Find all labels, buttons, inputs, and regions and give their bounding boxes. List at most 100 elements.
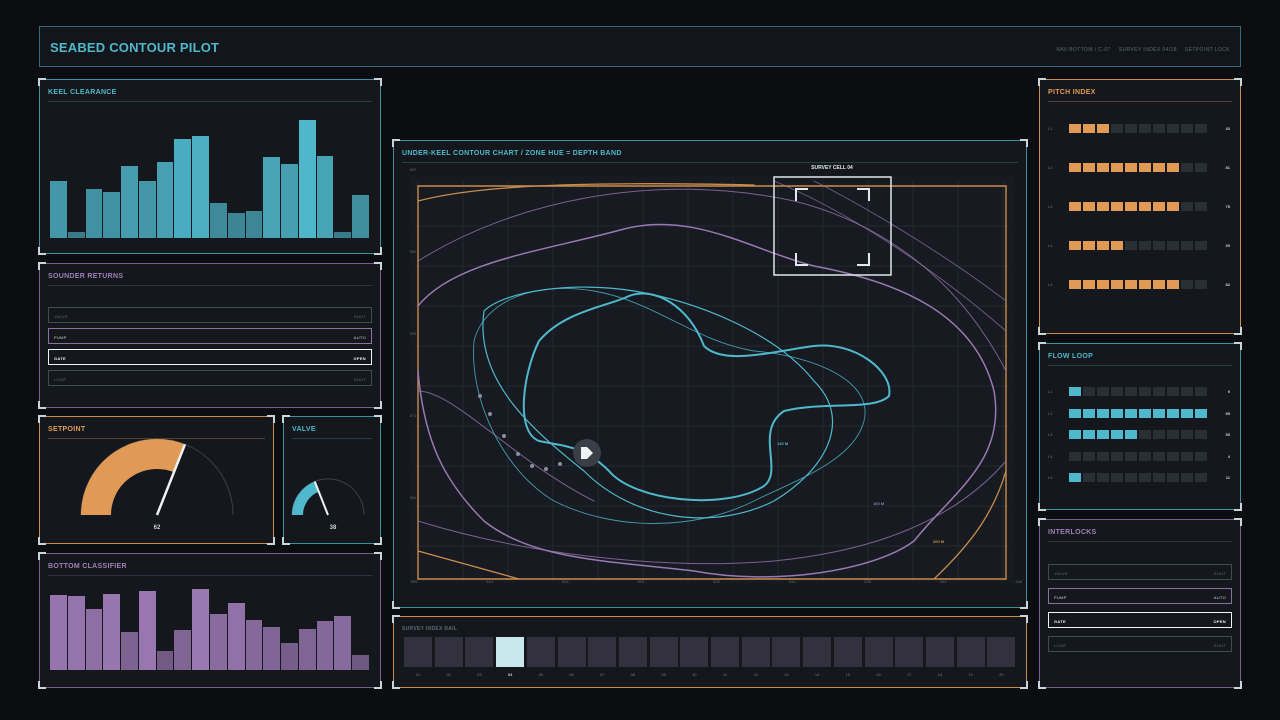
rail-cell-label: 14 xyxy=(814,672,820,677)
valve-gauge-needle xyxy=(313,481,329,516)
rail-cell-12[interactable] xyxy=(741,637,770,667)
depth-label-200: 200 M xyxy=(933,539,945,544)
level-segment xyxy=(1181,408,1193,418)
rail-cell-label: 12 xyxy=(753,672,758,677)
rail-cell-05[interactable] xyxy=(526,637,555,667)
level-segment xyxy=(1083,408,1095,418)
level-segment xyxy=(1139,451,1151,461)
level-segment xyxy=(1195,241,1207,250)
flow-row-l1: L1 9 xyxy=(1046,387,1234,397)
rail-cell-02[interactable] xyxy=(434,637,463,667)
sounder-row-gate[interactable]: GATE OPEN xyxy=(48,349,372,365)
level-segment xyxy=(1111,387,1123,396)
rail-cell-17[interactable] xyxy=(895,637,924,667)
level-segment xyxy=(1069,280,1081,289)
y-tick-label: 871 xyxy=(410,413,417,418)
status-label: GATE xyxy=(54,356,67,361)
rail-cell-13[interactable] xyxy=(772,637,801,667)
rail-cell-15[interactable] xyxy=(833,637,862,667)
chart-bar xyxy=(334,616,352,670)
level-segment xyxy=(1097,124,1109,133)
level-segment xyxy=(1069,202,1081,211)
status-label: PUMP xyxy=(54,335,67,340)
x-tick-label: 528 xyxy=(713,579,720,584)
sounder-row-valve[interactable]: VALVE SHUT xyxy=(48,307,372,323)
rail-cell-label: 08 xyxy=(630,672,636,677)
level-segment xyxy=(1069,124,1081,133)
status-label: VALVE xyxy=(1054,571,1068,576)
valve-gauge-fill xyxy=(292,481,320,516)
panel-title: PITCH INDEX xyxy=(1048,89,1096,96)
chart-bar xyxy=(174,138,192,238)
depth-label-160: 160 M xyxy=(873,501,885,506)
panel-title: KEEL CLEARANCE xyxy=(48,89,117,96)
rail-cell-03[interactable] xyxy=(465,637,494,667)
chart-bar xyxy=(67,231,85,238)
interlock-row-gate[interactable]: GATE OPEN xyxy=(1048,612,1232,628)
row-value: 9 xyxy=(1227,389,1230,394)
rail-cell-label: 02 xyxy=(446,672,451,677)
level-segment xyxy=(1167,163,1179,172)
status-value: AUTO xyxy=(1213,595,1226,600)
rail-cell-19[interactable] xyxy=(956,637,985,667)
panel-title: SOUNDER RETURNS xyxy=(48,273,124,280)
level-segment xyxy=(1069,408,1081,418)
level-segment xyxy=(1139,408,1151,418)
rail-cell-20[interactable] xyxy=(987,637,1016,667)
level-segment xyxy=(1125,280,1137,289)
level-segment xyxy=(1195,473,1207,482)
status-label: LOOP xyxy=(1054,643,1067,648)
sounder-row-pump[interactable]: PUMP AUTO xyxy=(48,328,372,344)
rail-cell-10[interactable] xyxy=(680,637,709,667)
x-tick-label: 524 xyxy=(637,579,644,584)
level-segment xyxy=(1069,241,1081,250)
valve-panel: VALVE 38 xyxy=(282,415,382,545)
rail-cell-label: 13 xyxy=(784,672,789,677)
level-segment xyxy=(1139,280,1151,289)
rail-cell-08[interactable] xyxy=(618,637,647,667)
rail-cell-06[interactable] xyxy=(557,637,586,667)
contour-map[interactable]: SURVEY CELL 04 120 M 160 M 200 M 509 514 5… xyxy=(394,141,1028,609)
y-tick-label: 901 xyxy=(410,495,417,500)
interlock-row-pump[interactable]: PUMP AUTO xyxy=(1048,588,1232,604)
rail-cell-16[interactable] xyxy=(864,637,893,667)
status-value: OPEN xyxy=(1213,619,1226,624)
level-segment xyxy=(1181,280,1193,289)
level-segment xyxy=(1181,124,1193,133)
row-label: L5 xyxy=(1048,475,1053,480)
rail-cell-09[interactable] xyxy=(649,637,678,667)
rail-cell-14[interactable] xyxy=(803,637,832,667)
rail-cell-label: 05 xyxy=(538,672,544,677)
row-value: 81 xyxy=(1225,165,1230,170)
level-segment xyxy=(1125,124,1137,133)
status-value: SHUT xyxy=(353,314,366,319)
level-segment xyxy=(1083,202,1095,211)
chart-bar xyxy=(245,210,263,238)
level-segment xyxy=(1195,430,1207,439)
level-segment xyxy=(1125,163,1137,172)
rail-cell-01[interactable] xyxy=(404,637,432,667)
rail-cell-label: 17 xyxy=(906,672,912,677)
rail-cell-18[interactable] xyxy=(925,637,954,667)
interlock-row-valve[interactable]: VALVE SHUT xyxy=(1048,564,1232,580)
level-segment xyxy=(1083,280,1095,289)
rail-cell-11[interactable] xyxy=(711,637,739,667)
level-segment xyxy=(1097,241,1109,250)
row-label: L2 xyxy=(1048,165,1053,170)
setpoint-panel: SETPOINT 62 xyxy=(38,415,275,545)
sounder-row-loop[interactable]: LOOP SHUT xyxy=(48,370,372,386)
level-segment xyxy=(1083,387,1095,396)
contour-chart-panel: UNDER-KEEL CONTOUR CHART / ZONE HUE = DE… xyxy=(392,139,1028,609)
pitch-index-panel: PITCH INDEX L1 33 L2 81 L3 75 L4 39 L5 82 xyxy=(1038,78,1242,335)
rail-cell-07[interactable] xyxy=(588,637,617,667)
interlock-row-loop[interactable]: LOOP SHUT xyxy=(1048,636,1232,652)
level-segment xyxy=(1181,473,1193,482)
level-segment xyxy=(1181,451,1193,461)
level-segment xyxy=(1167,387,1179,396)
row-label: L4 xyxy=(1048,243,1053,248)
flow-row-l2: L2 95 xyxy=(1046,408,1234,419)
level-segment xyxy=(1097,387,1109,396)
rail-cell-04[interactable] xyxy=(496,637,525,667)
level-segment xyxy=(1153,451,1165,461)
setpoint-gauge: 62 xyxy=(80,438,234,531)
